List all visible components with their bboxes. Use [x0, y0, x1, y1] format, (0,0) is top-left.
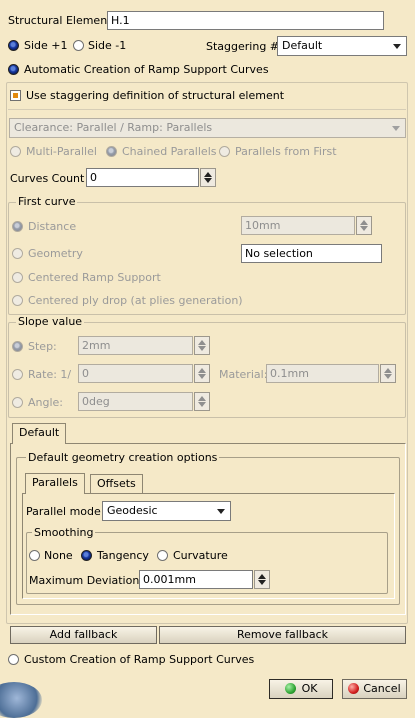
multi-parallel-label: Multi-Parallel	[26, 145, 97, 158]
centered-ramp-label: Centered Ramp Support	[28, 271, 161, 284]
rate-label: Rate: 1/	[28, 368, 72, 381]
custom-creation-label: Custom Creation of Ramp Support Curves	[24, 653, 255, 666]
spin-up-icon	[258, 574, 266, 579]
spin-down-icon	[258, 580, 266, 585]
parallel-mode-dropdown[interactable]: Geodesic	[102, 501, 231, 521]
geometry-selection-field[interactable]: No selection	[241, 244, 382, 263]
step-radio[interactable]	[12, 341, 23, 352]
ok-icon	[284, 683, 296, 694]
material-spinner[interactable]	[380, 364, 396, 383]
use-staggering-checkbox[interactable]	[10, 90, 21, 101]
chained-parallels-label: Chained Parallels	[122, 145, 217, 158]
structural-element-label: Structural Element	[8, 14, 112, 27]
rate-spinner[interactable]	[194, 364, 210, 383]
slope-value-title: Slope value	[16, 315, 85, 328]
side-minus-radio[interactable]	[73, 40, 84, 51]
ok-button-label: OK	[301, 682, 318, 695]
centered-ply-radio[interactable]	[12, 295, 23, 306]
max-deviation-field[interactable]: 0.001mm	[139, 570, 253, 589]
spin-up-icon	[204, 172, 212, 177]
chevron-down-icon	[392, 126, 400, 131]
parallels-from-first-radio[interactable]	[219, 146, 230, 157]
angle-radio[interactable]	[12, 397, 23, 408]
clearance-value: Clearance: Parallel / Ramp: Parallels	[14, 121, 213, 134]
centered-ramp-radio[interactable]	[12, 272, 23, 283]
side-minus-label: Side -1	[88, 39, 127, 52]
max-deviation-spinner[interactable]	[254, 570, 270, 589]
clearance-dropdown[interactable]: Clearance: Parallel / Ramp: Parallels	[9, 118, 406, 138]
distance-label: Distance	[28, 220, 77, 233]
staggering-value: Default	[282, 39, 323, 52]
parallel-mode-label: Parallel mode:	[26, 505, 105, 518]
parallel-mode-value: Geodesic	[107, 504, 158, 517]
chevron-down-icon	[217, 509, 225, 514]
multi-parallel-radio[interactable]	[10, 146, 21, 157]
centered-ply-label: Centered ply drop (at plies generation)	[28, 294, 243, 307]
angle-field[interactable]: 0deg	[78, 392, 193, 411]
smoothing-none-radio[interactable]	[29, 550, 40, 561]
smoothing-curvature-label: Curvature	[173, 549, 228, 562]
default-geometry-title: Default geometry creation options	[26, 451, 220, 464]
cancel-button-label: Cancel	[363, 682, 401, 695]
spin-down-icon	[360, 226, 368, 231]
staggering-label: Staggering #	[206, 40, 280, 53]
max-deviation-label: Maximum Deviation:	[29, 574, 144, 587]
rate-field[interactable]: 0	[78, 364, 193, 383]
step-label: Step:	[28, 340, 57, 353]
tab-offsets[interactable]: Offsets	[90, 474, 143, 494]
smoothing-title: Smoothing	[32, 526, 96, 539]
use-staggering-label: Use staggering definition of structural …	[26, 89, 285, 102]
side-plus-radio[interactable]	[8, 40, 19, 51]
automatic-creation-label: Automatic Creation of Ramp Support Curve…	[24, 63, 269, 76]
curves-count-label: Curves Count	[10, 172, 85, 185]
curves-count-spinner[interactable]	[200, 168, 216, 187]
add-fallback-button[interactable]: Add fallback	[10, 626, 157, 644]
material-field[interactable]: 0.1mm	[266, 364, 379, 383]
distance-spinner[interactable]	[356, 216, 372, 235]
spin-down-icon	[384, 374, 392, 379]
spin-up-icon	[360, 220, 368, 225]
material-label: Material:	[219, 368, 268, 381]
ok-button[interactable]: OK	[269, 679, 333, 699]
side-plus-label: Side +1	[24, 39, 68, 52]
corner-decoration-icon	[0, 682, 42, 718]
remove-fallback-button[interactable]: Remove fallback	[159, 626, 406, 644]
cancel-icon	[348, 683, 360, 694]
spin-up-icon	[198, 396, 206, 401]
geometry-radio[interactable]	[12, 248, 23, 259]
cancel-button[interactable]: Cancel	[342, 679, 407, 699]
spin-down-icon	[198, 402, 206, 407]
spin-down-icon	[198, 374, 206, 379]
step-spinner[interactable]	[194, 336, 210, 355]
custom-creation-radio[interactable]	[8, 654, 19, 665]
angle-label: Angle:	[28, 396, 64, 409]
spin-up-icon	[384, 368, 392, 373]
rate-radio[interactable]	[12, 369, 23, 380]
tab-parallels[interactable]: Parallels	[25, 473, 85, 494]
automatic-creation-radio[interactable]	[8, 64, 19, 75]
curves-count-field[interactable]: 0	[86, 168, 199, 187]
spin-down-icon	[198, 346, 206, 351]
first-curve-title: First curve	[16, 195, 78, 208]
smoothing-none-label: None	[44, 549, 73, 562]
divider	[8, 109, 406, 110]
smoothing-curvature-radio[interactable]	[157, 550, 168, 561]
smoothing-tangency-radio[interactable]	[81, 550, 92, 561]
step-field[interactable]: 2mm	[78, 336, 193, 355]
geometry-label: Geometry	[28, 247, 83, 260]
smoothing-tangency-label: Tangency	[97, 549, 149, 562]
spin-up-icon	[198, 368, 206, 373]
angle-spinner[interactable]	[194, 392, 210, 411]
spin-up-icon	[198, 340, 206, 345]
spin-down-icon	[204, 178, 212, 183]
distance-field[interactable]: 10mm	[241, 216, 355, 235]
distance-radio[interactable]	[12, 221, 23, 232]
chevron-down-icon	[393, 44, 401, 49]
parallels-from-first-label: Parallels from First	[235, 145, 337, 158]
tab-default[interactable]: Default	[12, 423, 67, 444]
structural-element-field[interactable]: H.1	[107, 11, 384, 30]
staggering-dropdown[interactable]: Default	[277, 36, 407, 56]
chained-parallels-radio[interactable]	[106, 146, 117, 157]
